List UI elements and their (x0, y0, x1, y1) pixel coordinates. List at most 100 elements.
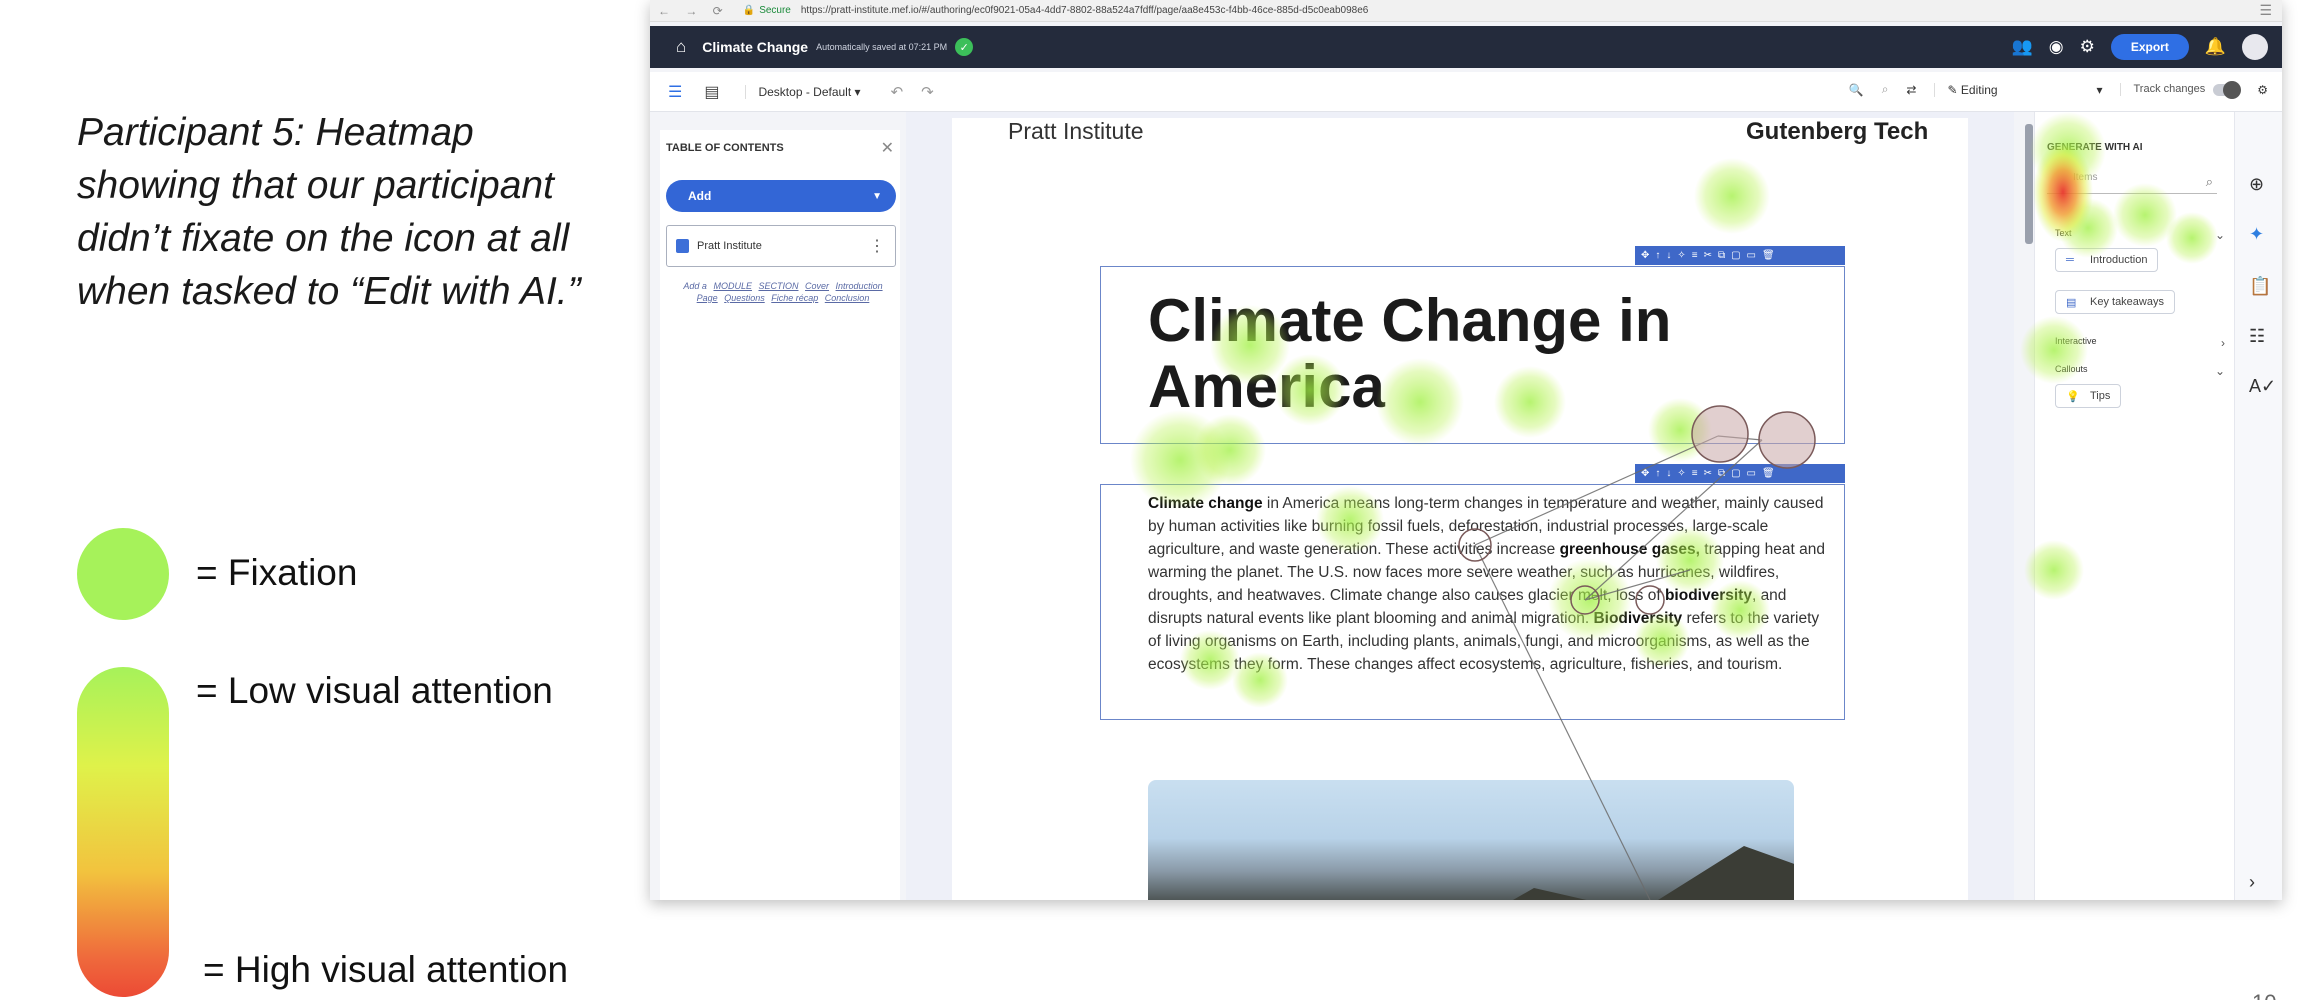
editing-mode-label: Editing (1960, 82, 1998, 97)
browser-menu-icon[interactable]: ☰ (2259, 2, 2272, 19)
saved-check-icon: ✓ (955, 38, 974, 56)
add-circle-icon[interactable]: ⊕ (2249, 174, 2264, 195)
ai-section-text[interactable]: Text ⌄ (2055, 228, 2225, 242)
slide-page-number: 10 (2252, 990, 2276, 1000)
toc-link-cover[interactable]: Cover (805, 281, 829, 291)
browser-nav-icons[interactable]: ← → ⟳ (658, 4, 729, 18)
toc-add-links: Add a MODULE SECTION Cover Introduction … (678, 280, 888, 304)
chevron-down-icon: ▾ (854, 84, 861, 99)
fixation-label: = Fixation (196, 552, 358, 593)
text-lines-icon: ═ (2066, 254, 2074, 266)
chevron-right-icon[interactable]: › (2249, 872, 2255, 893)
search-replace-icon[interactable]: ⌕ (1882, 82, 1889, 97)
settings-gear-icon[interactable]: ⚙ (2080, 37, 2095, 57)
generate-with-ai-panel: GENERATE WITH AI Items ⌕ Text ⌄ ═ Introduct… (2034, 112, 2234, 900)
toc-link-section[interactable]: SECTION (758, 281, 798, 291)
lightbulb-icon: 💡 (2066, 390, 2080, 403)
title-block-toolbar[interactable]: ✥↑↓✧≡✂⧉▢▭🗑 (1635, 246, 1845, 265)
device-select[interactable]: Desktop - Default ▾ (745, 84, 861, 99)
close-icon[interactable]: ✕ (881, 138, 894, 158)
toc-link-introduction[interactable]: Introduction (836, 281, 883, 291)
ai-chip-tips[interactable]: 💡 Tips (2055, 384, 2122, 408)
bold-term: biodiversity (1664, 587, 1752, 604)
secure-label: Secure (759, 5, 791, 16)
page-header-brand: Gutenberg Tech (1746, 118, 1929, 145)
editing-mode-select[interactable]: ✎ Editing ▾ (1934, 82, 2102, 97)
swap-icon[interactable]: ⇄ (1906, 83, 1916, 97)
chevron-down-icon: ▼ (872, 190, 882, 202)
home-icon[interactable]: ⌂ (676, 37, 686, 57)
add-button[interactable]: Add ▼ (666, 180, 896, 212)
page-header-institution: Pratt Institute (1008, 118, 1144, 144)
browser-url-bar: ← → ⟳ 🔒 Secure https://pratt-institute.m… (650, 0, 2282, 22)
chevron-down-icon: ⌄ (2214, 228, 2225, 242)
toc-link-module[interactable]: MODULE (713, 281, 752, 291)
ai-section-callouts[interactable]: Callouts ⌄ (2055, 364, 2225, 378)
more-options-icon[interactable]: ⋮ (869, 236, 885, 256)
add-button-label: Add (688, 189, 712, 203)
list-icon: ▤ (2066, 296, 2077, 309)
canvas-scrollbar[interactable] (2025, 124, 2033, 244)
fixation-swatch (77, 528, 169, 620)
chevron-right-icon: › (2221, 336, 2225, 350)
track-changes-label: Track changes (2133, 83, 2206, 96)
ai-panel-heading: GENERATE WITH AI (2047, 142, 2143, 153)
section-label: Text (2055, 228, 2072, 238)
low-attention-label: = Low visual attention (196, 670, 553, 711)
track-changes-toggle[interactable]: Track changes (2120, 80, 2242, 99)
notification-bell-icon[interactable]: 🔔 (2205, 37, 2226, 57)
toggle-switch[interactable] (2213, 80, 2242, 99)
toc-link-page[interactable]: Page (697, 293, 718, 303)
ai-chip-introduction[interactable]: ═ Introduction (2055, 248, 2159, 272)
mountain-shape (1408, 846, 1794, 900)
ai-section-interactive[interactable]: Interactive › (2055, 336, 2225, 350)
export-button[interactable]: Export (2110, 34, 2189, 60)
undo-redo-icons[interactable]: ↶↷ (891, 83, 952, 101)
toc-add-prefix: Add a (683, 281, 707, 291)
app-header: ⌂ Climate Change Automatically saved at … (650, 26, 2282, 68)
editor-toolbar: ☰ ▤ Desktop - Default ▾ ↶↷ 🔍 ⌕ ⇄ ✎ Editi… (650, 72, 2282, 112)
document-title: Climate Change (702, 39, 809, 55)
toc-link-questions[interactable]: Questions (724, 293, 765, 303)
pencil-icon: ✎ (1947, 82, 1958, 97)
ai-sparkle-icon[interactable]: ✦ (2249, 224, 2264, 245)
comment-icon[interactable]: ▤ (704, 82, 719, 102)
device-select-label: Desktop - Default (758, 84, 852, 99)
ai-chip-key-takeaways[interactable]: ▤ Key takeaways (2055, 290, 2175, 314)
chip-label: Introduction (2090, 254, 2148, 266)
document-icon (676, 239, 689, 253)
page-heading[interactable]: Climate Change in America (1148, 288, 1828, 420)
toc-heading: TABLE OF CONTENTS (666, 142, 784, 154)
editor-screenshot: ← → ⟳ 🔒 Secure https://pratt-institute.m… (650, 0, 2282, 900)
ai-search-input[interactable]: Items ⌕ (2047, 172, 2217, 194)
section-label: Callouts (2055, 364, 2088, 374)
secure-lock-icon: 🔒 (742, 5, 756, 16)
url-text[interactable]: https://pratt-institute.mef.io/#/authori… (801, 5, 1368, 16)
landscape-photo[interactable] (1148, 780, 1794, 900)
add-user-icon[interactable]: 👥 (2012, 37, 2033, 57)
search-icon[interactable]: ⌕ (2206, 174, 2213, 190)
right-tool-rail: ⊕ ✦ 📋 ☷ A✓ › (2234, 112, 2282, 900)
body-paragraph[interactable]: Climate change in America means long-ter… (1148, 492, 1828, 676)
bold-term: greenhouse gases, (1559, 541, 1700, 558)
bold-term: Biodiversity (1593, 610, 1683, 627)
toc-link-conclusion[interactable]: Conclusion (825, 293, 870, 303)
toc-link-fiche-recap[interactable]: Fiche récap (771, 293, 818, 303)
table-of-contents-panel: TABLE OF CONTENTS ✕ Add ▼ Pratt Institute… (660, 130, 900, 900)
bold-term: Climate change (1148, 495, 1263, 512)
caption: Participant 5: Heatmap showing that our … (77, 111, 581, 313)
section-label: Interactive (2055, 336, 2097, 346)
toolbar-settings-icon[interactable]: ⚙ (2257, 83, 2268, 97)
paragraph-block-toolbar[interactable]: ✥↑↓✧≡✂⧉▢▭🗑 (1635, 464, 1845, 483)
preview-eye-icon[interactable]: ◉ (2049, 37, 2064, 57)
high-attention-label: = High visual attention (203, 949, 569, 990)
toc-toggle-icon[interactable]: ☰ (668, 82, 682, 102)
search-icon[interactable]: 🔍 (1849, 83, 1864, 97)
chip-label: Key takeaways (2090, 296, 2164, 308)
avatar[interactable] (2242, 34, 2268, 60)
clipboard-icon[interactable]: 📋 (2249, 276, 2271, 297)
toc-item-pratt-institute[interactable]: Pratt Institute ⋮ (666, 225, 896, 267)
sliders-icon[interactable]: ☷ (2249, 326, 2265, 347)
ai-search-placeholder: Items (2073, 172, 2098, 183)
spellcheck-icon[interactable]: A✓ (2249, 376, 2276, 397)
